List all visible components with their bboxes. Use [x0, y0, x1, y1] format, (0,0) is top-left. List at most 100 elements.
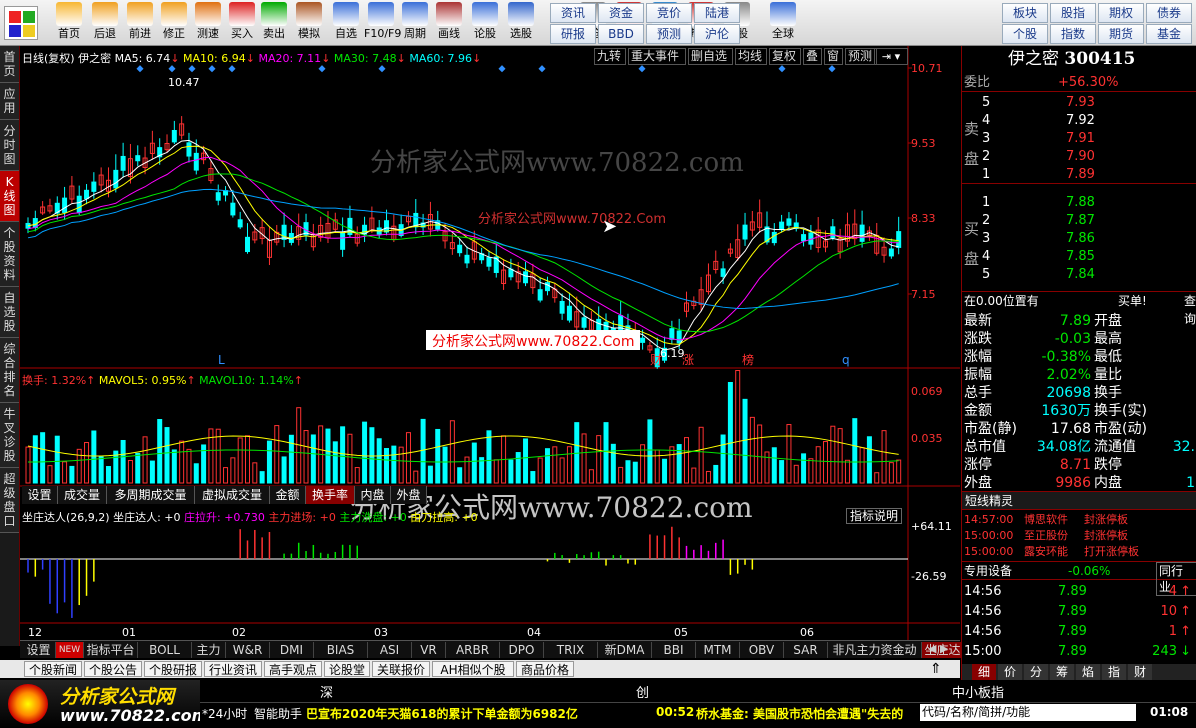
- tab-scroll-arrows[interactable]: ◀ ▶: [928, 642, 958, 656]
- indicator-help-button[interactable]: 指标说明: [846, 508, 903, 524]
- volume-subtab[interactable]: 内盘: [355, 486, 391, 504]
- indicator-tab[interactable]: VR: [412, 642, 446, 658]
- quote-tab[interactable]: 价: [998, 664, 1022, 680]
- toolbar-button-8[interactable]: 自选: [329, 2, 363, 44]
- indicator-tab[interactable]: BIAS: [314, 642, 368, 658]
- market-shenzhen[interactable]: 深: [320, 682, 333, 701]
- volume-subtab[interactable]: 外盘: [391, 486, 427, 504]
- toolbar-small-button[interactable]: 指数: [1050, 24, 1096, 44]
- info-tab[interactable]: 关联报价: [372, 661, 430, 677]
- left-tab-3[interactable]: K线图: [0, 171, 19, 222]
- left-tab-1[interactable]: 应用: [0, 83, 19, 120]
- indicator-tab[interactable]: 主力: [192, 642, 226, 658]
- left-tab-5[interactable]: 自选股: [0, 287, 19, 338]
- toolbar-small-button[interactable]: 板块: [1002, 3, 1048, 23]
- chart-nav-icons[interactable]: ⇥ ▾: [874, 48, 908, 65]
- smart-assistant[interactable]: 智能助手: [254, 705, 302, 722]
- toolbar-small-button[interactable]: 基金: [1146, 24, 1192, 44]
- info-tab[interactable]: 个股研报: [144, 661, 202, 677]
- toolbar-button-11[interactable]: 画线: [432, 2, 466, 44]
- chart-top-button[interactable]: 复权: [769, 48, 801, 65]
- info-tab[interactable]: 论股堂: [324, 661, 370, 677]
- toolbar-small-button[interactable]: 个股: [1002, 24, 1048, 44]
- short-elf-item[interactable]: 15:00:00 露安环能 打开涨停板: [962, 544, 1196, 560]
- quote-tab[interactable]: 指: [1102, 664, 1126, 680]
- left-tab-6[interactable]: 综合排名: [0, 338, 19, 403]
- news-prefix[interactable]: *24小时: [202, 705, 247, 722]
- short-elf-item[interactable]: 14:57:00 博思软件 封涨停板: [962, 512, 1196, 528]
- toolbar-button-7[interactable]: 模拟: [292, 2, 326, 44]
- volume-subtab[interactable]: 金额: [270, 486, 306, 504]
- volume-subtab[interactable]: 设置: [22, 486, 58, 504]
- info-tab[interactable]: 个股新闻: [24, 661, 82, 677]
- kline-chart-area[interactable]: 10.71 9.53 8.33 7.15 0.069 0.035 +64.11 -26.59 1…: [20, 46, 960, 640]
- info-tab[interactable]: 商品价格: [516, 661, 574, 677]
- toolbar-button-19[interactable]: 全球: [766, 2, 800, 44]
- left-tab-0[interactable]: 首页: [0, 46, 19, 83]
- toolbar-small-button[interactable]: 股指: [1050, 3, 1096, 23]
- quote-tab[interactable]: 筹: [1050, 664, 1074, 680]
- indicator-tab[interactable]: BBI: [652, 642, 696, 658]
- toolbar-small-button[interactable]: 期权: [1098, 3, 1144, 23]
- chart-top-button[interactable]: 均线: [735, 48, 767, 65]
- left-tab-4[interactable]: 个股资料: [0, 222, 19, 287]
- toolbar-button-12[interactable]: 论股: [468, 2, 502, 44]
- short-elf-item[interactable]: 15:00:00 至正股份 封涨停板: [962, 528, 1196, 544]
- indicator-tab[interactable]: 指标平台: [84, 642, 138, 658]
- toolbar-small-button[interactable]: 陆港: [694, 3, 740, 23]
- toolbar-button-2[interactable]: 前进: [123, 2, 157, 44]
- indicator-tab[interactable]: DMI: [270, 642, 314, 658]
- chart-top-button[interactable]: 窗: [824, 48, 843, 65]
- buy-order-text[interactable]: 买单!: [1118, 292, 1147, 310]
- toolbar-small-button[interactable]: 研报: [550, 24, 596, 44]
- info-tab[interactable]: 行业资讯: [204, 661, 262, 677]
- toolbar-button-13[interactable]: 选股: [504, 2, 538, 44]
- info-tab[interactable]: 个股公告: [84, 661, 142, 677]
- indicator-tab[interactable]: SAR: [784, 642, 828, 658]
- toolbar-button-0[interactable]: 首页: [52, 2, 86, 44]
- indicator-tab[interactable]: ASI: [368, 642, 412, 658]
- indicator-tab[interactable]: ARBR: [446, 642, 500, 658]
- toolbar-button-6[interactable]: 卖出: [257, 2, 291, 44]
- indicator-tab[interactable]: 新DMA: [598, 642, 652, 658]
- indicator-tab[interactable]: TRIX: [544, 642, 598, 658]
- indicator-tab[interactable]: MTM: [696, 642, 740, 658]
- toolbar-small-button[interactable]: BBD: [598, 24, 644, 44]
- quote-tab[interactable]: 分: [1024, 664, 1048, 680]
- indicator-tab[interactable]: W&R: [226, 642, 270, 658]
- indicator-tab[interactable]: BOLL: [138, 642, 192, 658]
- chart-top-button[interactable]: 预测: [845, 48, 877, 65]
- toolbar-button-10[interactable]: 周期: [398, 2, 432, 44]
- toolbar-small-button[interactable]: 预测: [646, 24, 692, 44]
- chart-top-button[interactable]: 重大事件: [628, 48, 686, 65]
- toolbar-button-4[interactable]: 测速: [191, 2, 225, 44]
- indicator-tab[interactable]: 非凡主力资金动向: [828, 642, 922, 673]
- info-tab[interactable]: AH相似个股: [432, 661, 514, 677]
- info-tab[interactable]: 高手观点: [264, 661, 322, 677]
- chart-top-button[interactable]: 九转: [594, 48, 626, 65]
- search-input[interactable]: 代码/名称/简拼/功能: [920, 704, 1136, 721]
- toolbar-button-5[interactable]: 买入: [225, 2, 259, 44]
- toolbar-button-3[interactable]: 修正: [157, 2, 191, 44]
- toolbar-small-button[interactable]: 债券: [1146, 3, 1192, 23]
- market-chinext[interactable]: 创: [636, 682, 649, 701]
- indicator-tab[interactable]: 设置: [22, 642, 56, 658]
- toolbar-small-button[interactable]: 竞价: [646, 3, 692, 23]
- volume-subtab[interactable]: 换手率: [306, 486, 355, 504]
- expand-up-icon[interactable]: ⇑: [930, 661, 950, 677]
- quote-tab[interactable]: 焰: [1076, 664, 1100, 680]
- quote-tab[interactable]: 细: [972, 664, 996, 680]
- toolbar-small-button[interactable]: 资金: [598, 3, 644, 23]
- chart-top-button[interactable]: 叠: [803, 48, 822, 65]
- app-logo[interactable]: [4, 6, 38, 40]
- volume-subtab[interactable]: 虚拟成交量: [195, 486, 270, 504]
- toolbar-button-1[interactable]: 后退: [88, 2, 122, 44]
- toolbar-button-9[interactable]: F10/F9: [364, 2, 401, 44]
- volume-subtab[interactable]: 成交量: [58, 486, 107, 504]
- left-tab-8[interactable]: 超级盘口: [0, 468, 19, 533]
- news-item[interactable]: 巴宣布2020年天猫618的累计下单金额为6982亿: [306, 705, 578, 722]
- quote-tab[interactable]: 财: [1128, 664, 1152, 680]
- indicator-tab[interactable]: OBV: [740, 642, 784, 658]
- toolbar-small-button[interactable]: 沪伦: [694, 24, 740, 44]
- indicator-tab[interactable]: NEW: [56, 642, 84, 658]
